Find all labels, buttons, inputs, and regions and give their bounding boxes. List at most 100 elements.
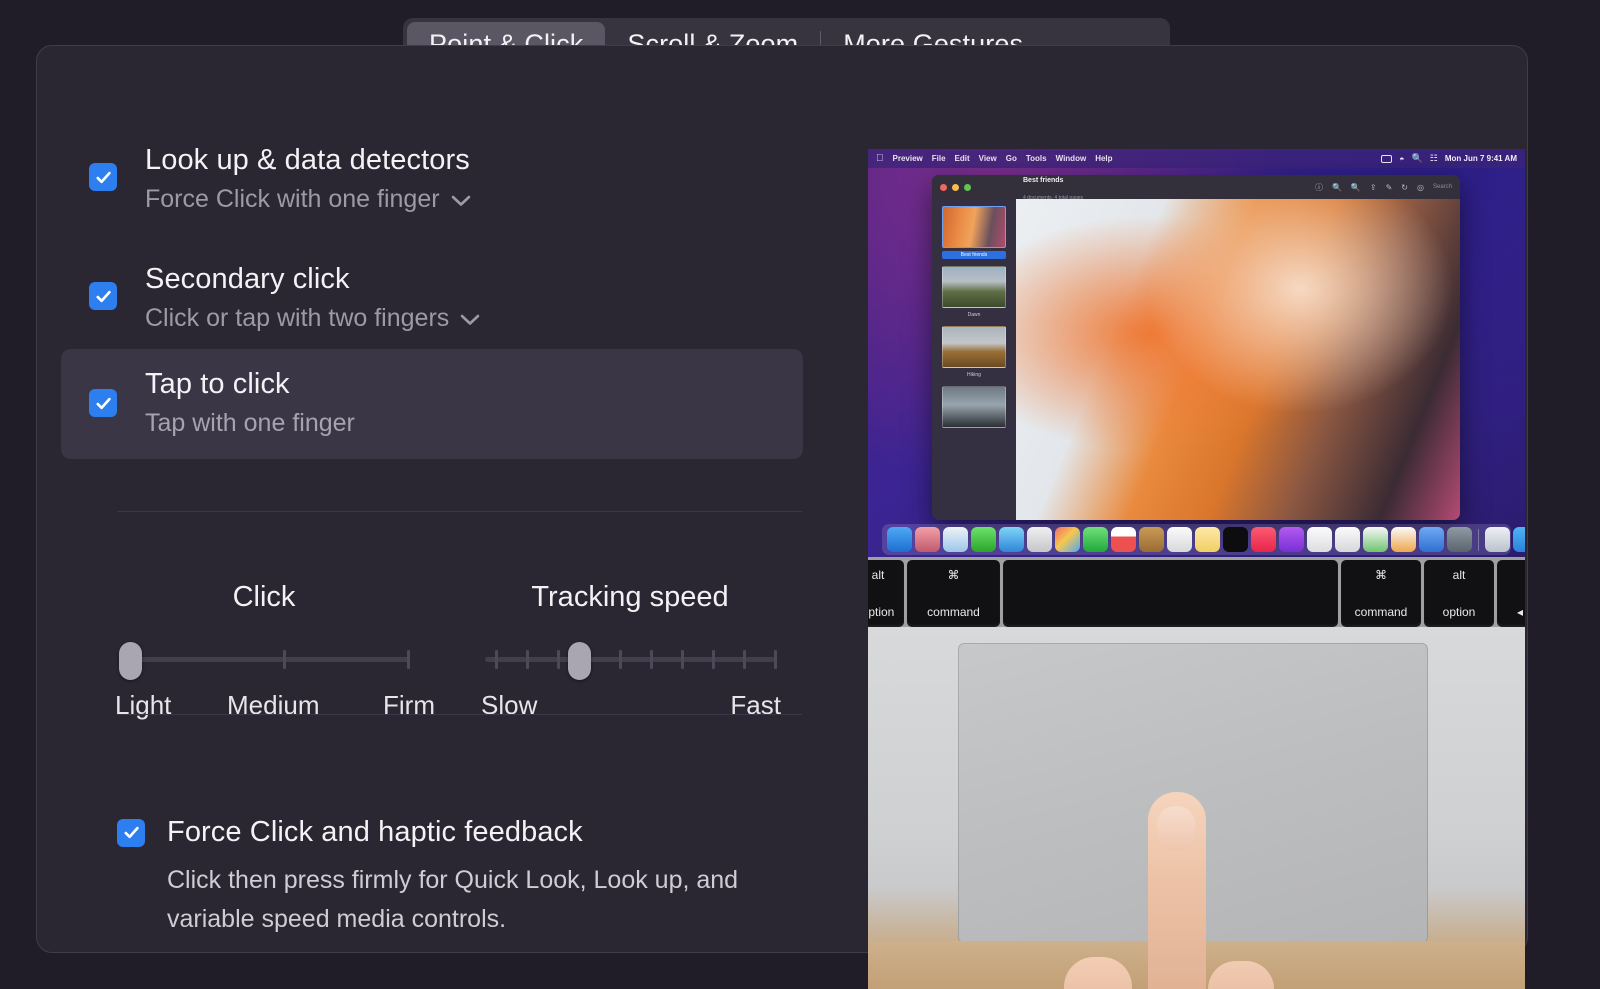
dock-icon-news	[1307, 527, 1332, 552]
dock-icon-mail	[999, 527, 1024, 552]
key-top-label: alt	[1452, 568, 1466, 582]
key-spacebar[interactable]	[1003, 560, 1338, 627]
slider-click[interactable]: Click Light Medium Firm	[115, 581, 435, 724]
preview-app-window: Best friends 4 documents, 4 total pages …	[932, 175, 1460, 520]
info-icon: ⓘ	[1314, 182, 1323, 192]
option-text: Secondary click Click or tap with two fi…	[145, 260, 481, 336]
key-option-right[interactable]: alt option	[1424, 560, 1494, 627]
option-look-up-data-detectors[interactable]: Look up & data detectors Force Click wit…	[61, 141, 803, 217]
hand-index-finger	[1148, 792, 1206, 989]
slider-tracking-speed[interactable]: Tracking speed Slow Fast	[481, 581, 781, 724]
checkbox-look-up-data-detectors[interactable]	[89, 163, 117, 191]
option-subtitle: Force Click with one finger	[145, 185, 440, 213]
maximize-icon	[964, 183, 971, 191]
slider-max-label: Fast	[730, 690, 781, 720]
preview-toolbar: Best friends 4 documents, 4 total pages …	[932, 175, 1460, 201]
dock-icon-contacts	[1139, 527, 1164, 552]
control-center-icon: ☷	[1429, 153, 1438, 163]
menu-bar-clock: Mon Jun 7 9:41 AM	[1444, 154, 1517, 163]
slider-tracking-speed-track[interactable]	[485, 642, 777, 680]
dock-icon-music	[1251, 527, 1276, 552]
battery-icon	[1381, 154, 1393, 163]
apple-logo-icon: 	[876, 153, 884, 164]
menu-item-help: Help	[1087, 154, 1112, 163]
dock-icon-safari	[943, 527, 968, 552]
dock-icon-notes	[1195, 527, 1220, 552]
key-command-right[interactable]: ⌘ command	[1341, 560, 1421, 627]
slider-tick-label-firm: Firm	[383, 690, 435, 720]
key-top-label: alt	[871, 568, 885, 582]
slider-click-track[interactable]	[119, 642, 410, 680]
dock-icon-podcasts	[1279, 527, 1304, 552]
fingernail	[1157, 806, 1195, 850]
key-option-left[interactable]: alt option	[868, 560, 904, 627]
divider-bottom	[117, 714, 802, 715]
settings-panel: Look up & data detectors Force Click wit…	[36, 45, 1528, 989]
option-title: Tap to click	[145, 368, 290, 400]
slider-tick	[619, 650, 622, 669]
menu-item-go: Go	[998, 154, 1017, 163]
thumbnail-caption	[942, 431, 1006, 433]
thumbnail-image	[942, 266, 1006, 308]
key-bottom-label: option	[868, 605, 895, 619]
key-arrow-left[interactable]: ◂	[1497, 560, 1525, 627]
option-title: Look up & data detectors	[145, 144, 470, 176]
checkmark-icon	[95, 171, 111, 183]
macos-dock	[882, 524, 1525, 555]
dock-icon-reminders	[1167, 527, 1192, 552]
checkbox-secondary-click[interactable]	[89, 282, 117, 310]
dock-icon-siri	[915, 527, 940, 552]
macos-menu-bar:  Preview File Edit View Go Tools Window…	[868, 149, 1525, 168]
slider-tick	[650, 650, 653, 669]
menu-item-preview: Preview	[885, 154, 923, 163]
markup-icon: ✎	[1385, 182, 1393, 192]
dock-icon-facetime	[1083, 527, 1108, 552]
force-click-header[interactable]: Force Click and haptic feedback	[117, 816, 817, 849]
menu-item-tools: Tools	[1018, 154, 1047, 163]
checkbox-force-click[interactable]	[117, 818, 145, 847]
dock-icon-photos	[1055, 527, 1080, 552]
preview-thumbnail-sidebar: Best friends Dawn Hiking	[932, 199, 1016, 520]
option-force-click-haptic[interactable]: Force Click and haptic feedback Click th…	[117, 816, 817, 939]
dock-divider	[1478, 528, 1479, 551]
slider-tick	[495, 650, 498, 669]
checkmark-icon	[123, 826, 139, 839]
key-command-left[interactable]: ⌘ command	[907, 560, 1000, 627]
chevron-down-icon[interactable]	[459, 300, 481, 336]
trackpad-demo-video:  Preview File Edit View Go Tools Window…	[868, 149, 1525, 989]
slider-click-knob[interactable]	[119, 642, 142, 680]
option-subtitle-dropdown[interactable]: Force Click with one finger	[145, 181, 472, 217]
slider-click-label: Click	[232, 581, 296, 613]
checkbox-tap-to-click[interactable]	[89, 389, 117, 417]
divider-top	[117, 511, 802, 512]
thumbnail-item	[942, 386, 1006, 433]
dock-icon-finder	[887, 527, 912, 552]
dock-icon-xcode	[1447, 527, 1472, 552]
slider-tick	[283, 650, 286, 669]
thumbnail-image	[942, 326, 1006, 368]
window-traffic-lights	[940, 183, 971, 191]
force-click-title: Force Click and haptic feedback	[167, 816, 583, 848]
slider-tick	[743, 650, 746, 669]
key-top-label: ⌘	[947, 568, 960, 582]
menu-item-file: File	[924, 154, 946, 163]
slider-tick	[774, 650, 777, 669]
option-subtitle-dropdown[interactable]: Click or tap with two fingers	[145, 300, 481, 336]
thumbnail-item: Best friends	[942, 206, 1006, 259]
key-bottom-label: option	[1442, 605, 1476, 619]
track-line	[119, 657, 409, 662]
share-icon: ⇪	[1369, 182, 1377, 192]
slider-tracking-speed-label: Tracking speed	[531, 581, 729, 613]
slider-tracking-speed-knob[interactable]	[568, 642, 591, 680]
chevron-down-icon[interactable]	[450, 181, 472, 217]
slider-tick	[407, 650, 410, 669]
slider-tick	[526, 650, 529, 669]
dock-icon-maps	[1027, 527, 1052, 552]
slider-tick	[557, 650, 560, 669]
option-tap-to-click[interactable]: Tap to click Tap with one finger	[61, 349, 803, 459]
option-text: Look up & data detectors Force Click wit…	[145, 141, 472, 217]
slider-tracking-speed-scale: Slow Fast	[481, 690, 781, 724]
dock-icon-pages	[1391, 527, 1416, 552]
option-secondary-click[interactable]: Secondary click Click or tap with two fi…	[61, 260, 803, 336]
key-bottom-label: ◂	[1516, 605, 1524, 619]
